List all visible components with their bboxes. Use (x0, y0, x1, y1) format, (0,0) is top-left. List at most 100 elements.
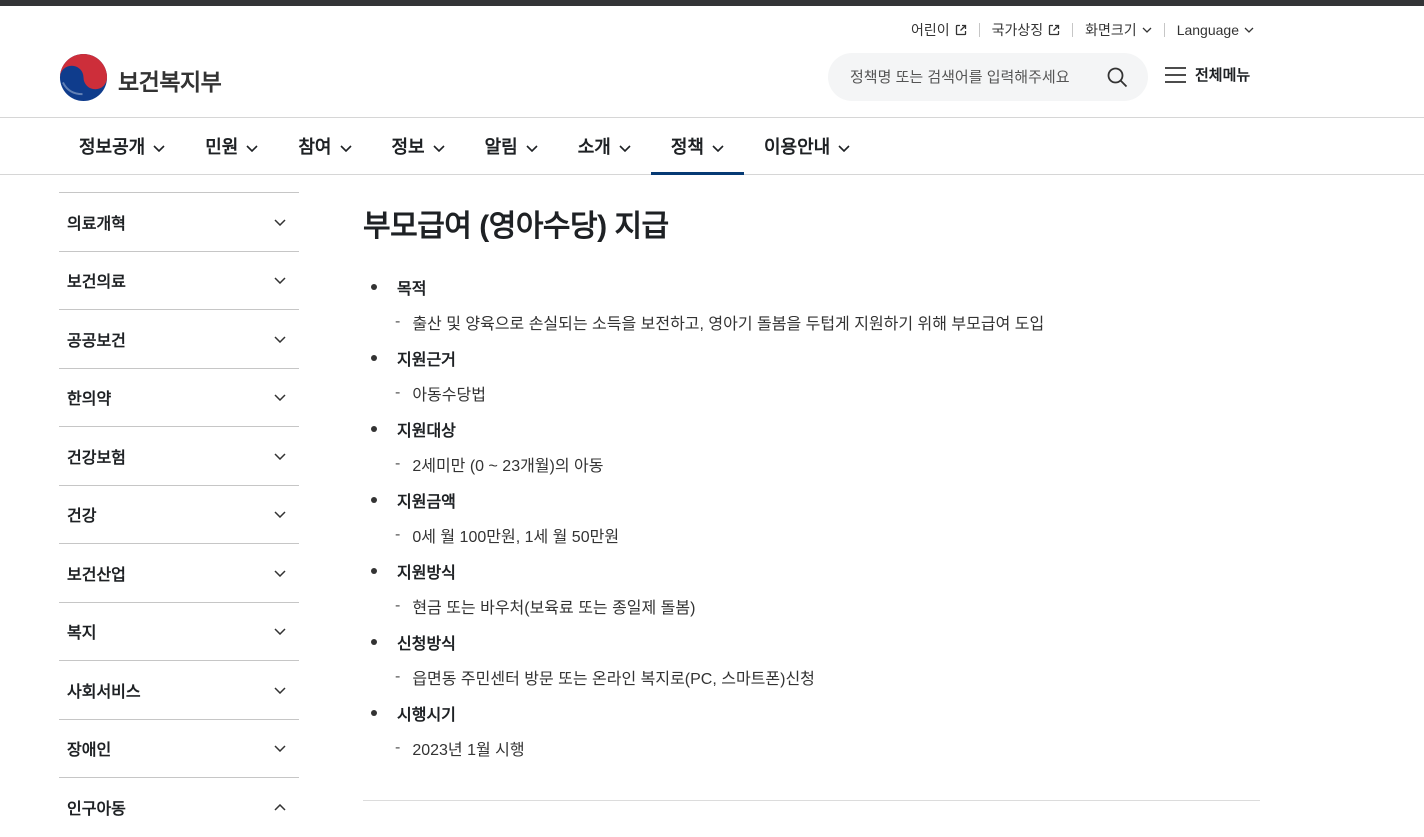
gnb-item-about[interactable]: 소개 (558, 118, 651, 174)
bullet-icon (371, 284, 377, 290)
chevron-down-icon (433, 136, 445, 157)
side-item-welfare[interactable]: 복지 (59, 603, 299, 661)
side-item-social-services[interactable]: 사회서비스 (59, 661, 299, 720)
side-item-health[interactable]: 건강 (59, 486, 299, 544)
side-item-label: 보건산업 (67, 566, 126, 584)
list-item: 목적 - 출산 및 양육으로 손실되는 소득을 보전하고, 영아기 돌봄을 두텁게… (363, 275, 1260, 346)
all-menu-label: 전체메뉴 (1195, 67, 1251, 84)
side-item-label: 한의약 (67, 391, 112, 409)
gnb-item-guide[interactable]: 이용안내 (744, 118, 870, 174)
chevron-down-icon (274, 739, 286, 757)
content-divider (363, 800, 1260, 801)
side-item-population-children[interactable]: 인구아동 (59, 778, 299, 837)
side-item-label: 건강 (67, 508, 97, 526)
utility-links: 어린이 국가상징 화면크기 Language (899, 19, 1254, 41)
site-logo[interactable]: 보건복지부 (59, 53, 222, 107)
chevron-down-icon (1142, 27, 1152, 33)
external-link-icon (1048, 24, 1060, 36)
dash-icon: - (395, 739, 401, 756)
hamburger-icon (1165, 66, 1186, 83)
kids-link[interactable]: 어린이 (899, 20, 979, 40)
section-title: 지원금액 (397, 494, 456, 511)
external-link-icon (955, 24, 967, 36)
section-title: 지원근거 (397, 352, 456, 369)
section-description: 2세미만 (0 ~ 23개월)의 아동 (412, 458, 604, 475)
chevron-down-icon (274, 213, 286, 231)
list-item: 지원대상 -2세미만 (0 ~ 23개월)의 아동 (363, 417, 1260, 488)
chevron-down-icon (619, 136, 631, 157)
dash-icon: - (395, 668, 401, 685)
dash-icon: - (395, 597, 401, 614)
chevron-down-icon (274, 447, 286, 465)
side-item-label: 의료개혁 (67, 215, 126, 233)
bullet-icon (371, 710, 377, 716)
section-title: 시행시기 (397, 707, 456, 724)
policy-details-list: 목적 - 출산 및 양육으로 손실되는 소득을 보전하고, 영아기 돌봄을 두텁게… (363, 275, 1260, 772)
section-title: 지원방식 (397, 565, 456, 582)
top-strip (0, 0, 1424, 6)
side-item-health-insurance[interactable]: 건강보험 (59, 427, 299, 486)
dash-icon: - (395, 313, 401, 330)
ministry-name: 보건복지부 (118, 69, 222, 95)
chevron-down-icon (339, 136, 352, 157)
gnb-item-civil-petition[interactable]: 민원 (185, 118, 278, 174)
language-dropdown[interactable]: Language (1165, 22, 1254, 38)
gnb-item-label: 정보 (391, 137, 425, 157)
chevron-down-icon (838, 136, 850, 157)
chevron-down-icon (712, 136, 724, 157)
bullet-icon (371, 639, 377, 645)
bullet-icon (371, 426, 377, 432)
national-symbols-label: 국가상징 (991, 22, 1044, 38)
section-description: 현금 또는 바우처(보육료 또는 종일제 돌봄) (412, 600, 696, 617)
chevron-down-icon (246, 136, 258, 157)
side-item-health-industry[interactable]: 보건산업 (59, 544, 299, 603)
chevron-down-icon (274, 505, 286, 523)
kids-link-label: 어린이 (911, 22, 950, 38)
gnb-item-information[interactable]: 정보 (372, 118, 465, 174)
section-description: 0세 월 100만원, 1세 월 50만원 (412, 529, 620, 546)
bullet-icon (371, 497, 377, 503)
search-box (828, 53, 1148, 101)
section-description: 읍면동 주민센터 방문 또는 온라인 복지로(PC, 스마트폰)신청 (412, 671, 815, 688)
national-symbols-link[interactable]: 국가상징 (980, 20, 1073, 40)
all-menu-button[interactable]: 전체메뉴 (1165, 64, 1250, 85)
side-item-korean-medicine[interactable]: 한의약 (59, 369, 299, 427)
gnb-item-policy[interactable]: 정책 (650, 118, 745, 175)
bullet-icon (371, 355, 377, 361)
search-icon[interactable] (1107, 67, 1128, 88)
text-size-label: 화면크기 (1085, 22, 1137, 38)
side-item-label: 장애인 (67, 742, 112, 760)
section-title: 목적 (397, 281, 427, 298)
chevron-up-icon (274, 798, 286, 816)
chevron-down-icon (274, 622, 286, 640)
side-item-disability[interactable]: 장애인 (59, 720, 299, 778)
gnb-item-label: 이용안내 (764, 137, 831, 157)
chevron-down-icon (274, 388, 286, 406)
side-item-health-care[interactable]: 보건의료 (59, 252, 299, 310)
section-description: 출산 및 양육으로 손실되는 소득을 보전하고, 영아기 돌봄을 두텁게 지원하… (412, 316, 1045, 333)
chevron-down-icon (274, 564, 286, 582)
side-item-label: 복지 (67, 625, 97, 643)
bullet-icon (371, 568, 377, 574)
gnb-item-label: 소개 (577, 137, 611, 157)
side-item-public-health[interactable]: 공공보건 (59, 310, 299, 369)
list-item: 지원금액 -0세 월 100만원, 1세 월 50만원 (363, 488, 1260, 559)
main-navigation: 정보공개 민원 참여 정보 알림 소개 정책 이용안내 (0, 117, 1424, 175)
search-input[interactable] (850, 68, 1090, 86)
gnb-item-participation[interactable]: 참여 (278, 118, 371, 174)
side-item-medical-reform[interactable]: 의료개혁 (59, 193, 299, 252)
gnb-item-info-disclosure[interactable]: 정보공개 (59, 118, 185, 174)
gnb-item-label: 민원 (205, 137, 239, 157)
chevron-down-icon (274, 681, 286, 699)
list-item: 신청방식 - 읍면동 주민센터 방문 또는 온라인 복지로(PC, 스마트폰)신청 (363, 630, 1260, 701)
dash-icon: - (395, 384, 401, 401)
gnb-item-news[interactable]: 알림 (465, 118, 558, 174)
list-item: 지원근거 - 아동수당법 (363, 346, 1260, 417)
text-size-dropdown[interactable]: 화면크기 (1073, 20, 1164, 40)
dash-icon: - (395, 455, 401, 472)
chevron-down-icon (153, 136, 165, 157)
list-item: 시행시기 -2023년 1월 시행 (363, 701, 1260, 772)
side-item-label: 사회서비스 (67, 683, 141, 701)
gnb-item-label: 알림 (484, 137, 518, 157)
gnb-item-label: 참여 (298, 137, 332, 157)
